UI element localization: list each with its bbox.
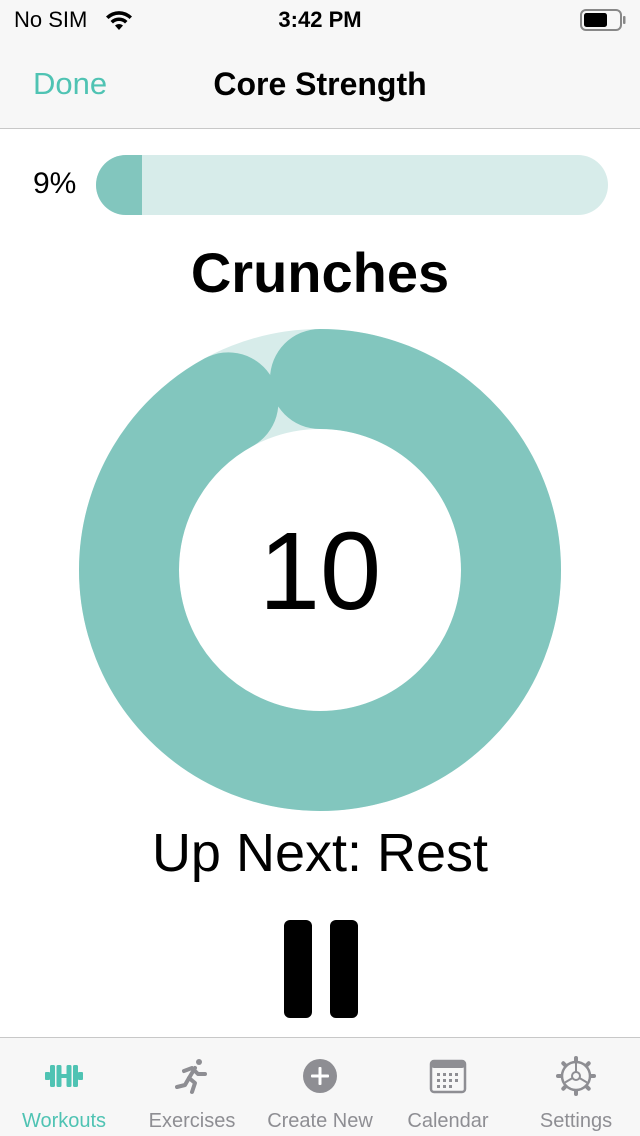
gear-icon bbox=[556, 1056, 596, 1096]
exercise-name: Crunches bbox=[190, 241, 450, 304]
pause-button[interactable] bbox=[284, 920, 358, 1018]
battery-icon bbox=[580, 9, 626, 31]
tab-bar: Workouts Exercises Create New Calendar S… bbox=[0, 1037, 640, 1136]
plus-circle-icon bbox=[303, 1059, 337, 1093]
rep-counter: 10 bbox=[258, 510, 382, 633]
progress-percent: 9% bbox=[33, 167, 77, 200]
page-title: Core Strength bbox=[213, 66, 427, 102]
running-person-icon bbox=[175, 1059, 207, 1094]
tab-label: Settings bbox=[539, 1110, 613, 1132]
pause-icon-bar-left bbox=[284, 920, 312, 1018]
tab-create-new[interactable]: Create New bbox=[256, 1038, 384, 1136]
tab-exercises[interactable]: Exercises bbox=[128, 1038, 256, 1136]
calendar-icon bbox=[429, 1059, 467, 1094]
dumbbell-icon bbox=[45, 1065, 83, 1087]
tab-label: Exercises bbox=[148, 1110, 236, 1132]
status-time: 3:42 PM bbox=[278, 7, 362, 32]
tab-label: Create New bbox=[267, 1110, 373, 1132]
up-next-label: Up Next: Rest bbox=[151, 823, 489, 883]
pause-icon-bar-right bbox=[330, 920, 358, 1018]
tab-calendar[interactable]: Calendar bbox=[384, 1038, 512, 1136]
tab-label: Workouts bbox=[21, 1110, 107, 1132]
tab-workouts[interactable]: Workouts bbox=[0, 1038, 128, 1136]
tab-settings[interactable]: Settings bbox=[512, 1038, 640, 1136]
nav-bar: Done Core Strength bbox=[0, 40, 640, 129]
progress-fill bbox=[96, 155, 143, 215]
workout-progress-bar bbox=[96, 155, 608, 215]
tab-label: Calendar bbox=[407, 1110, 489, 1132]
status-bar: No SIM 3:42 PM bbox=[0, 0, 640, 40]
